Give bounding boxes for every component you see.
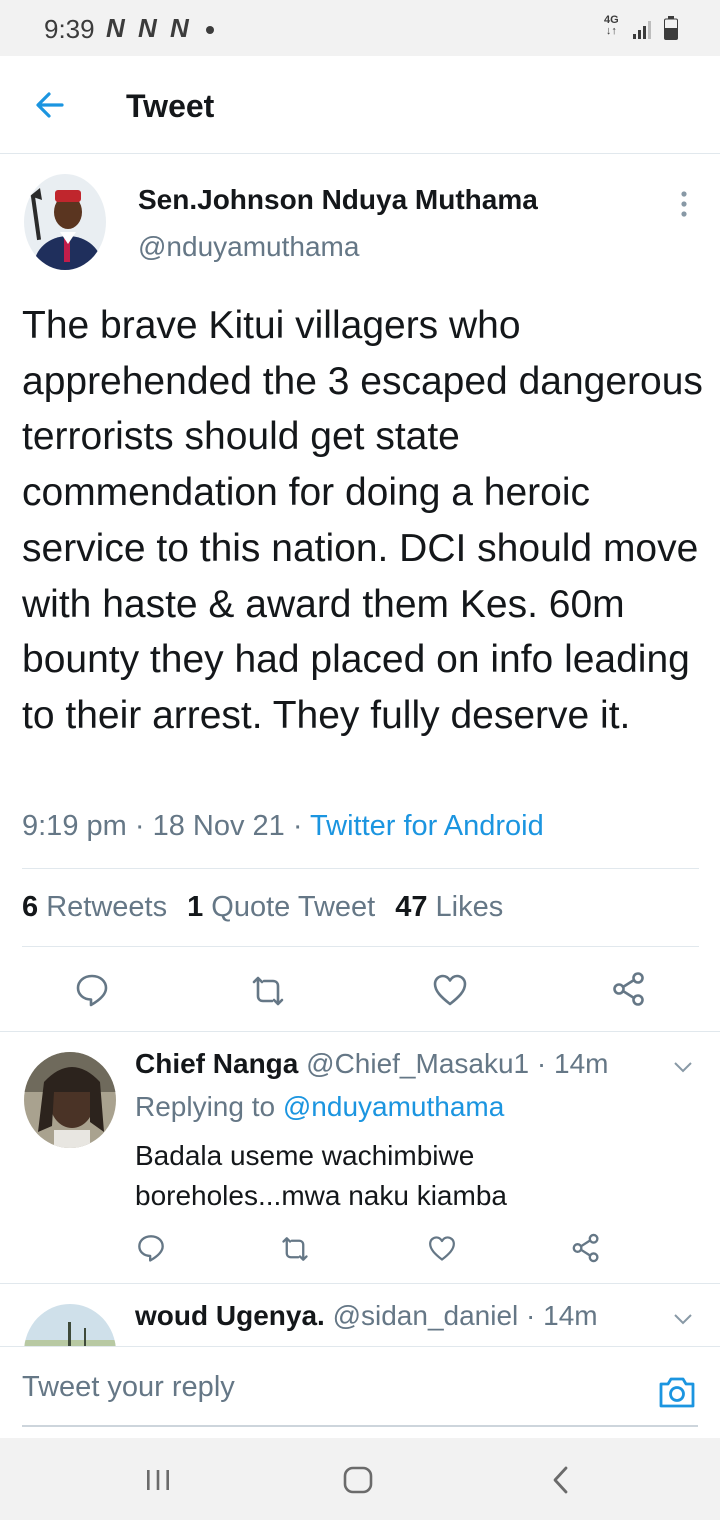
reply-author-name[interactable]: Chief Nanga [135,1048,298,1079]
reply-header: Chief Nanga @Chief_Masaku1 · 14m [135,1048,608,1080]
status-time: 9:39 [44,14,95,44]
quotes-label: Quote Tweet [211,891,376,923]
tweet-time: 9:19 pm [22,810,127,842]
retweets-label: Retweets [46,891,168,923]
tweet-text: The brave Kitui villagers who apprehende… [22,304,703,737]
network-type-icon: 4G ↓↑ [604,14,619,37]
chevron-down-icon[interactable] [672,1312,694,1326]
likes-label: Likes [435,891,504,923]
app-header: Tweet [0,56,720,154]
notification-icon: N [170,13,189,43]
tweet-stats: 6 Retweets 1 Quote Tweet 47 Likes [22,891,503,924]
reply-avatar[interactable] [24,1052,116,1148]
divider [22,946,699,947]
replying-mention[interactable]: @nduyamuthama [283,1091,504,1122]
battery-icon [664,16,678,40]
replying-to: Replying to @nduyamuthama [135,1091,504,1123]
quotes-stat[interactable]: 1 Quote Tweet [187,891,375,923]
meta-separator: · [518,1300,544,1331]
signal-icon [633,21,651,39]
comment-icon[interactable] [74,972,110,1008]
share-icon[interactable] [610,970,648,1008]
chevron-left-icon[interactable] [542,1460,582,1500]
section-divider [0,1283,720,1284]
author-avatar[interactable] [24,174,106,270]
tweet-source[interactable]: Twitter for Android [310,810,544,842]
share-icon[interactable] [570,1232,602,1264]
notification-icon: N [138,13,157,43]
heart-icon[interactable] [427,1234,457,1263]
replying-label: Replying to [135,1091,276,1122]
likes-stat[interactable]: 47 Likes [395,891,503,923]
quotes-count: 1 [187,891,204,923]
meta-separator: · [284,810,311,842]
recent-apps-icon[interactable] [138,1460,178,1500]
reply-author-name[interactable]: woud Ugenya. [135,1300,325,1331]
meta-separator: · [126,810,153,842]
tweet-meta: 9:19 pm · 18 Nov 21 · Twitter for Androi… [22,810,544,843]
retweet-icon[interactable] [248,974,288,1008]
home-icon[interactable] [338,1460,378,1500]
author-name[interactable]: Sen.Johnson Nduya Muthama [138,184,538,216]
reply-header: woud Ugenya. @sidan_daniel · 14m [135,1300,598,1332]
author-handle[interactable]: @nduyamuthama [138,231,359,263]
reply-compose-bar: Tweet your reply [0,1346,720,1438]
reply-time: 14m [554,1048,609,1079]
likes-count: 47 [395,891,428,923]
retweet-icon[interactable] [278,1235,312,1263]
section-divider [0,1031,720,1032]
camera-icon[interactable] [657,1373,697,1411]
input-underline [22,1425,698,1427]
status-bar: 9:39 N N N 4G ↓↑ [0,0,720,56]
heart-icon[interactable] [431,972,469,1008]
chevron-down-icon[interactable] [672,1060,694,1074]
comment-icon[interactable] [136,1233,166,1263]
notification-dot-icon [206,26,214,34]
reply-author-handle[interactable]: @sidan_daniel [333,1300,519,1331]
retweets-stat[interactable]: 6 Retweets [22,891,167,923]
page-title: Tweet [126,88,215,124]
divider [22,868,699,869]
reply-text: Badala useme wachimbiwe boreholes...mwa … [135,1140,507,1211]
arrow-left-icon[interactable] [30,85,70,125]
notification-icon: N [106,13,125,43]
system-nav-bar [0,1438,720,1520]
retweets-count: 6 [22,891,39,923]
reply-author-handle[interactable]: @Chief_Masaku1 [306,1048,529,1079]
more-vertical-icon[interactable] [670,188,698,222]
meta-separator: · [529,1048,555,1079]
reply-input[interactable]: Tweet your reply [22,1371,235,1404]
reply-time: 14m [543,1300,598,1331]
tweet-date: 18 Nov 21 [152,810,285,842]
